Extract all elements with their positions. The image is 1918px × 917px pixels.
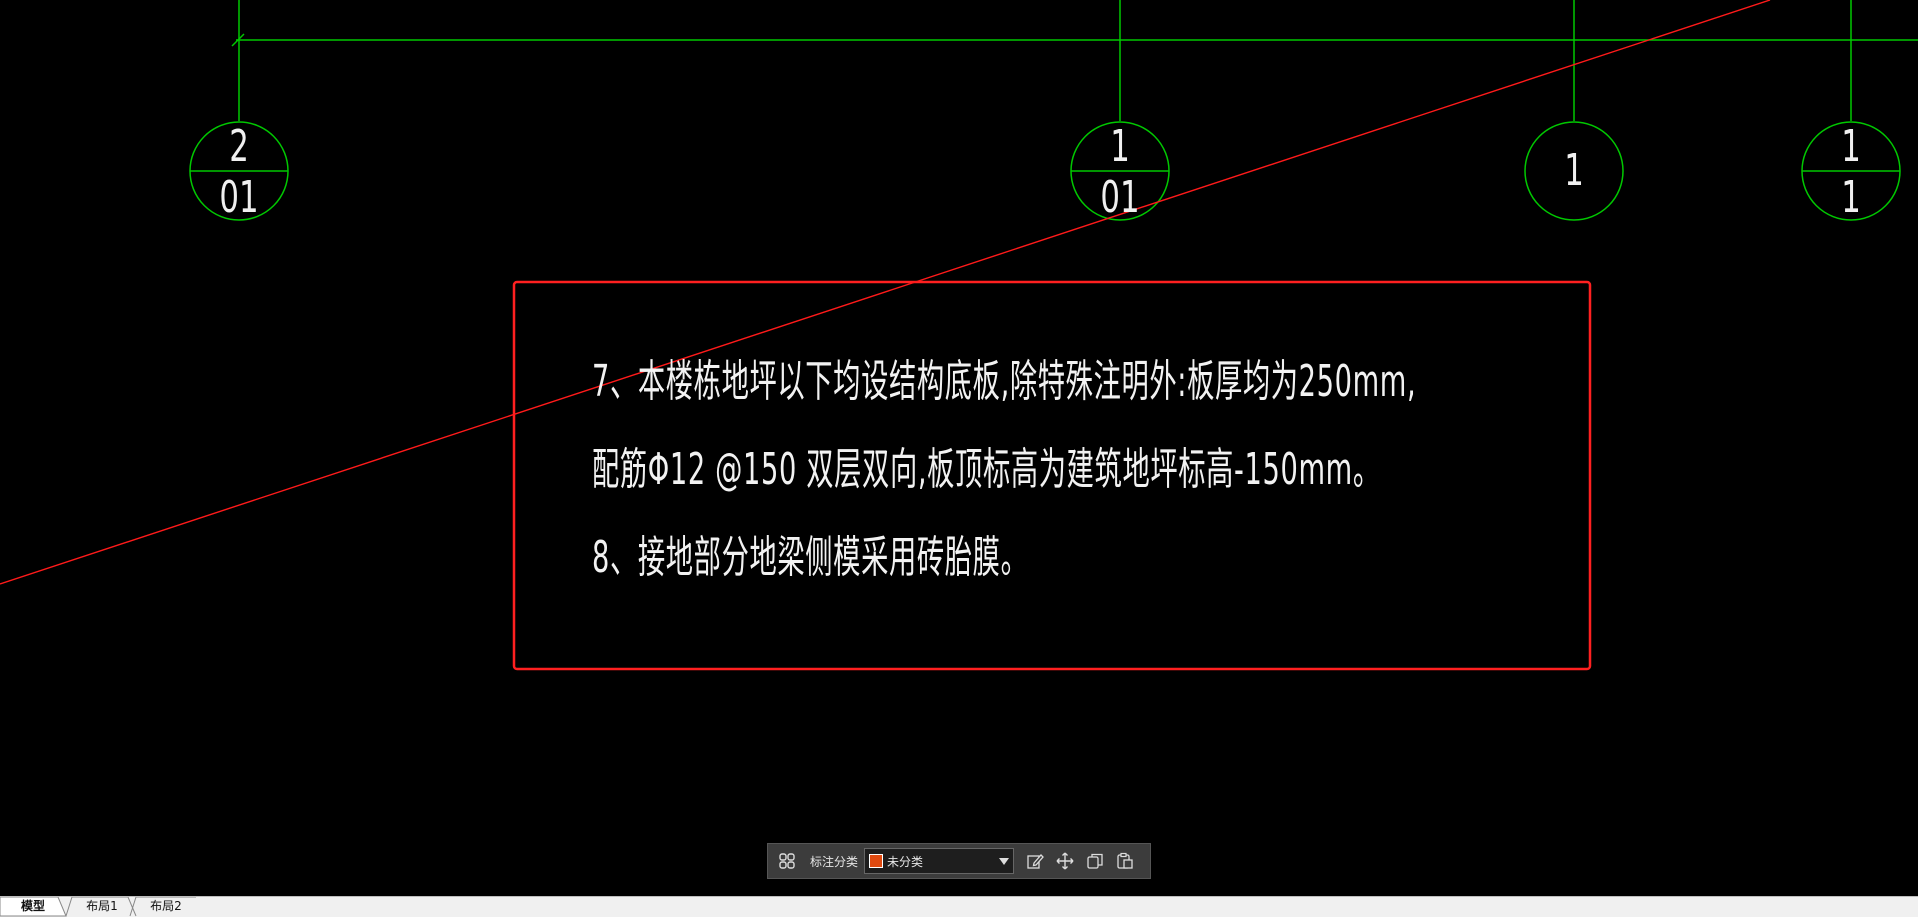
bubble-1-label: 1: [1564, 145, 1584, 196]
note-line-7[interactable]: 7、本楼栋地坪以下均设结构底板,除特殊注明外:板厚均为250mm,: [592, 345, 1416, 409]
bubble-1-1-bottom-label: 1: [1841, 172, 1861, 223]
tab-model[interactable]: 模型: [8, 897, 58, 916]
note-line-7-continued[interactable]: 配筋Φ12 @150 双层双向,板顶标高为建筑地坪标高-150mm。: [592, 433, 1381, 497]
edit-icon[interactable]: [1020, 846, 1050, 876]
bubble-1-01-bottom-label: 01: [1100, 172, 1140, 223]
bubble-2-01-bottom-label: 01: [219, 172, 259, 223]
category-label: 标注分类: [810, 854, 859, 869]
note-line-8[interactable]: 8、接地部分地梁侧模采用砖胎膜。: [592, 521, 1028, 585]
annotation-toolbar: 标注分类 未分类: [767, 843, 1151, 879]
chevron-down-icon: [999, 857, 1010, 865]
tab-layout2[interactable]: 布局2: [138, 897, 194, 916]
paste-icon[interactable]: [1110, 846, 1140, 876]
category-select[interactable]: 未分类: [864, 848, 1015, 874]
bubble-2-01-top-label: 2: [229, 121, 249, 172]
tab-layout1[interactable]: 布局1: [74, 897, 130, 916]
move-icon[interactable]: [1050, 846, 1080, 876]
category-color-swatch: [869, 854, 884, 868]
grid-icon[interactable]: [772, 846, 802, 876]
bubble-1-1-top-label: 1: [1841, 121, 1861, 172]
category-value: 未分类: [887, 854, 924, 869]
copy-icon[interactable]: [1080, 846, 1110, 876]
layout-tab-bar: 模型 布局1 布局2: [0, 896, 1918, 917]
bubble-1-01-top-label: 1: [1110, 121, 1130, 172]
